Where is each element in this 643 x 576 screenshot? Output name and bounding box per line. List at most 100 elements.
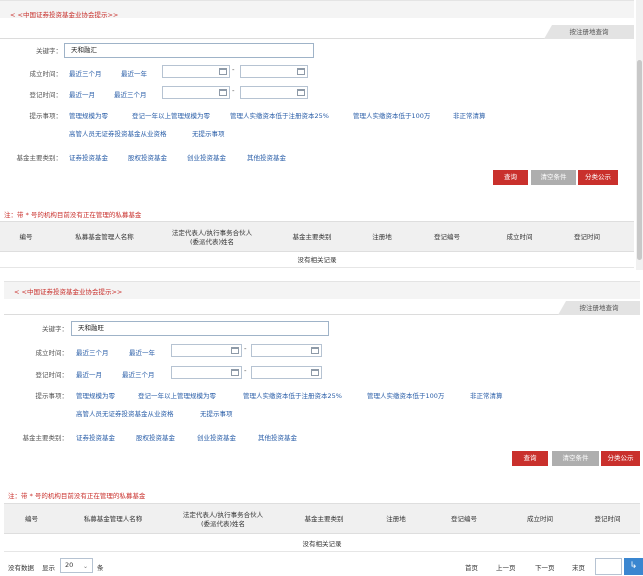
tab-search-by-region[interactable]: 按注册地查询: [558, 301, 640, 315]
fund-type-securities[interactable]: 证券投资基金: [69, 152, 108, 162]
fund-type-securities[interactable]: 证券投资基金: [76, 432, 115, 442]
established-label: 成立时间：: [35, 349, 69, 357]
established-end-date[interactable]: [240, 65, 308, 78]
established-1-year-link[interactable]: 最近一年: [121, 68, 147, 78]
breadcrumb[interactable]: < <中国证券投资基金业协会提示>>: [10, 9, 118, 19]
hint-label: 提示事项：: [29, 112, 63, 120]
calendar-icon[interactable]: [311, 369, 319, 376]
hint-none[interactable]: 无提示事项: [192, 128, 225, 138]
hint-none[interactable]: 无提示事项: [200, 408, 233, 418]
established-end-date[interactable]: [251, 344, 322, 357]
unit-label: 条: [97, 564, 104, 572]
column-header-manager-name[interactable]: 私募基金管理人名称: [52, 222, 157, 253]
breadcrumb[interactable]: < <中国证券投资基金业协会提示>>: [14, 286, 122, 296]
fund-type-equity[interactable]: 股权投资基金: [128, 152, 167, 162]
clear-conditions-button[interactable]: 清空条件: [531, 170, 576, 185]
calendar-icon[interactable]: [231, 369, 239, 376]
column-header-registered[interactable]: 登记时间: [552, 222, 622, 253]
empty-row: 没有相关记录: [4, 537, 640, 552]
fund-type-label: 基金主要类别：: [22, 434, 69, 442]
keyword-label: 关键字：: [42, 325, 68, 333]
fund-type-other[interactable]: 其他投资基金: [247, 152, 286, 162]
hint-paid-capital-100w[interactable]: 管理人实缴资本低于100万: [353, 110, 430, 120]
fund-type-other[interactable]: 其他投资基金: [258, 432, 297, 442]
first-page-link[interactable]: 首页: [465, 562, 478, 572]
established-start-date[interactable]: [171, 344, 242, 357]
calendar-icon[interactable]: [219, 89, 227, 96]
keyword-label: 关键字：: [36, 47, 62, 55]
registered-end-date[interactable]: [240, 86, 308, 99]
page-scrollbar[interactable]: [636, 0, 643, 280]
registered-label: 登记时间：: [35, 371, 69, 379]
hint-exec-no-qualification[interactable]: 高管人员无证券投资基金从业资格: [69, 128, 167, 138]
calendar-icon[interactable]: [219, 68, 227, 75]
column-header-no[interactable]: 编号: [0, 222, 52, 253]
classified-disclosure-button[interactable]: 分类公示: [601, 451, 640, 466]
fund-type-venture[interactable]: 创业投资基金: [197, 432, 236, 442]
column-header-legal-rep[interactable]: 法定代表人/执行事务合伙人 (委派代表)姓名: [157, 222, 267, 253]
calendar-icon[interactable]: [311, 347, 319, 354]
hint-registered-year-zero-scale[interactable]: 登记一年以上管理规模为零: [132, 110, 210, 120]
keyword-input[interactable]: 天和融旺: [71, 321, 329, 336]
column-header-established[interactable]: 成立时间: [487, 222, 552, 253]
column-header-reg-no[interactable]: 登记编号: [423, 504, 505, 535]
date-dash: -: [232, 87, 235, 95]
column-header-no[interactable]: 编号: [4, 504, 59, 535]
registered-start-date[interactable]: [171, 366, 242, 379]
registered-start-date[interactable]: [162, 86, 230, 99]
next-page-link[interactable]: 下一页: [535, 562, 555, 572]
column-header-registered[interactable]: 登记时间: [575, 504, 640, 535]
column-header-reg-no[interactable]: 登记编号: [407, 222, 487, 253]
date-dash: -: [244, 367, 247, 375]
column-header-manager-name[interactable]: 私募基金管理人名称: [59, 504, 167, 535]
scroll-thumb[interactable]: [637, 60, 642, 260]
chevron-down-icon[interactable]: ⌄: [83, 560, 88, 573]
hint-paid-capital-100w[interactable]: 管理人实缴资本低于100万: [367, 390, 444, 400]
fund-type-equity[interactable]: 股权投资基金: [136, 432, 175, 442]
asterisk-note: 注：带 * 号的机构目前没有正在管理的私募基金: [8, 492, 146, 500]
hint-exec-no-qualification[interactable]: 高管人员无证券投资基金从业资格: [76, 408, 174, 418]
calendar-icon[interactable]: [297, 89, 305, 96]
query-button[interactable]: 查询: [493, 170, 528, 185]
registered-1-month-link[interactable]: 最近一月: [76, 369, 102, 379]
column-header-established[interactable]: 成立时间: [505, 504, 575, 535]
column-header-fund-type[interactable]: 基金主要类别: [267, 222, 357, 253]
established-1-year-link[interactable]: 最近一年: [129, 347, 155, 357]
page-jump-input[interactable]: [595, 558, 622, 575]
go-button[interactable]: ↳: [624, 558, 643, 575]
date-dash: -: [232, 66, 235, 74]
date-dash: -: [244, 345, 247, 353]
registered-3-months-link[interactable]: 最近三个月: [122, 369, 155, 379]
prev-page-link[interactable]: 上一页: [496, 562, 516, 572]
hint-zero-scale[interactable]: 管理规模为零: [76, 390, 115, 400]
established-3-months-link[interactable]: 最近三个月: [76, 347, 109, 357]
keyword-input[interactable]: 天和融汇: [64, 43, 314, 58]
hint-zero-scale[interactable]: 管理规模为零: [69, 110, 108, 120]
hint-registered-year-zero-scale[interactable]: 登记一年以上管理规模为零: [138, 390, 216, 400]
hint-paid-capital-25[interactable]: 管理人实缴资本低于注册资本25%: [243, 390, 342, 400]
hint-paid-capital-25[interactable]: 管理人实缴资本低于注册资本25%: [230, 110, 329, 120]
column-header-legal-rep[interactable]: 法定代表人/执行事务合伙人 (委派代表)姓名: [167, 504, 279, 535]
arrow-return-icon: ↳: [629, 561, 638, 571]
classified-disclosure-button[interactable]: 分类公示: [578, 170, 618, 185]
tab-search-by-region[interactable]: 按注册地查询: [544, 25, 634, 39]
registered-end-date[interactable]: [251, 366, 322, 379]
calendar-icon[interactable]: [297, 68, 305, 75]
fund-type-venture[interactable]: 创业投资基金: [187, 152, 226, 162]
asterisk-note: 注：带 * 号的机构目前没有正在管理的私募基金: [4, 211, 142, 219]
page-size-select[interactable]: 20 ⌄: [60, 558, 93, 573]
column-header-region[interactable]: 注册地: [357, 222, 407, 253]
established-3-months-link[interactable]: 最近三个月: [69, 68, 102, 78]
column-header-region[interactable]: 注册地: [369, 504, 423, 535]
hint-label: 提示事项：: [35, 392, 69, 400]
clear-conditions-button[interactable]: 清空条件: [552, 451, 599, 466]
query-button[interactable]: 查询: [512, 451, 548, 466]
hint-abnormal-liquidation[interactable]: 非正常清算: [470, 390, 503, 400]
last-page-link[interactable]: 末页: [572, 562, 585, 572]
established-start-date[interactable]: [162, 65, 230, 78]
column-header-fund-type[interactable]: 基金主要类别: [279, 504, 369, 535]
calendar-icon[interactable]: [231, 347, 239, 354]
registered-1-month-link[interactable]: 最近一月: [69, 89, 95, 99]
hint-abnormal-liquidation[interactable]: 非正常清算: [453, 110, 486, 120]
registered-3-months-link[interactable]: 最近三个月: [114, 89, 147, 99]
